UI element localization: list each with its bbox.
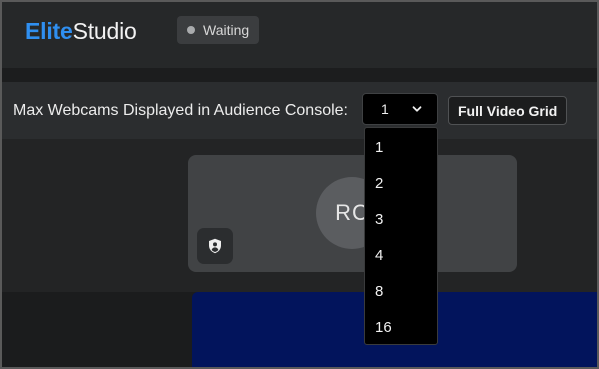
participants-area: RC xyxy=(2,139,597,292)
chevron-down-icon xyxy=(412,106,422,112)
app-logo: EliteStudio xyxy=(25,18,137,45)
dropdown-option[interactable]: 8 xyxy=(365,273,437,309)
dropdown-option[interactable]: 2 xyxy=(365,165,437,201)
dropdown-option[interactable]: 3 xyxy=(365,201,437,237)
bottom-area xyxy=(2,292,597,367)
dropdown-option[interactable]: 1 xyxy=(365,129,437,165)
full-video-grid-button[interactable]: Full Video Grid xyxy=(448,96,568,125)
participant-tile[interactable]: RC xyxy=(188,155,517,272)
logo-studio: Studio xyxy=(72,18,137,44)
shield-user-icon xyxy=(209,238,221,254)
dropdown-option[interactable]: 4 xyxy=(365,237,437,273)
max-webcams-label: Max Webcams Displayed in Audience Consol… xyxy=(13,102,348,119)
controls-bar: Max Webcams Displayed in Audience Consol… xyxy=(2,82,597,139)
header: EliteStudio Waiting xyxy=(2,2,597,68)
header-divider xyxy=(2,68,597,82)
shield-user-button[interactable] xyxy=(197,228,233,264)
app-window: EliteStudio Waiting Max Webcams Displaye… xyxy=(0,0,599,369)
status-text: Waiting xyxy=(203,22,250,38)
logo-elite: Elite xyxy=(25,18,73,44)
dropdown-option[interactable]: 16 xyxy=(365,309,437,345)
max-webcams-select[interactable]: 1 xyxy=(362,93,438,125)
status-badge: Waiting xyxy=(177,16,260,44)
webcam-count-dropdown[interactable]: 1 2 3 4 8 16 xyxy=(364,127,438,345)
select-value: 1 xyxy=(381,101,389,117)
status-dot-icon xyxy=(187,26,195,34)
